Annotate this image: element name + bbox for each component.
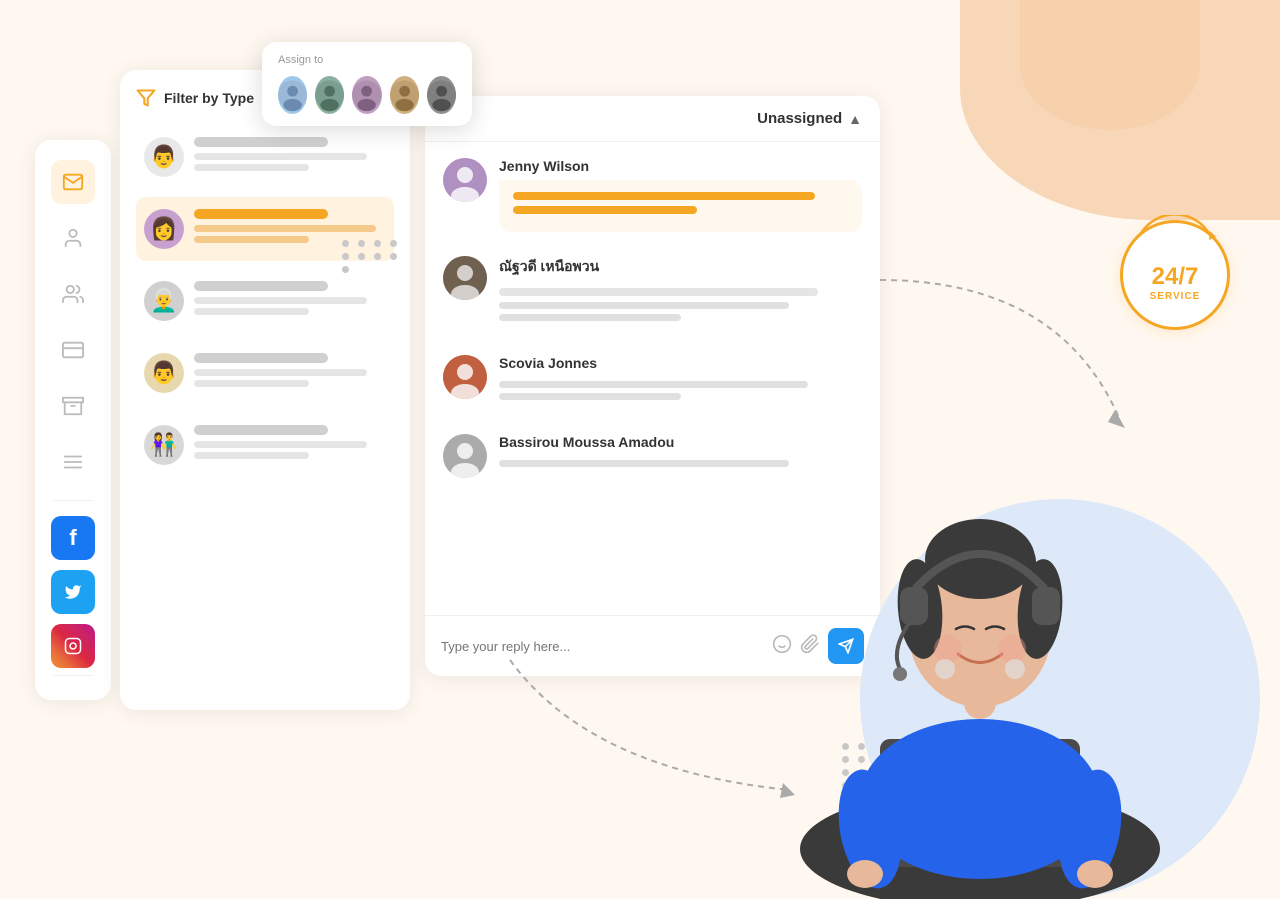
panel-title: Filter by Type xyxy=(164,90,254,106)
contact-avatar: 👨 xyxy=(144,137,184,177)
contact-name-bar-selected xyxy=(194,209,328,219)
contact-text-bar-3s xyxy=(194,308,309,315)
sidebar-icon-notes[interactable] xyxy=(51,440,95,484)
contact-text-bar-3 xyxy=(194,297,367,304)
msg-name-2: ณัฐวดี เหนือพวน xyxy=(499,256,862,278)
contact-avatar-5: 👫 xyxy=(144,425,184,465)
badge-service-text: SERVICE xyxy=(1150,291,1201,302)
dots-pattern-top xyxy=(342,240,400,273)
sidebar: f xyxy=(35,140,111,700)
jenny-bubble xyxy=(499,180,862,232)
assign-avatar-2[interactable] xyxy=(315,76,344,114)
assign-popup-title: Assign to xyxy=(278,54,456,66)
badge-247-text: 24/7 xyxy=(1152,264,1199,290)
chevron-up-icon[interactable]: ▲ xyxy=(848,111,862,127)
contact-name-bar-5 xyxy=(194,425,328,435)
contact-text-bar-short xyxy=(194,164,309,171)
contact-info-4 xyxy=(194,353,386,391)
contact-item-4[interactable]: 👨 xyxy=(136,341,394,405)
assign-avatar-3[interactable] xyxy=(352,76,381,114)
contact-info-3 xyxy=(194,281,386,319)
jenny-bar-2 xyxy=(513,206,697,214)
assign-popup: Assign to xyxy=(262,42,472,126)
service-badge: 24/7 SERVICE xyxy=(1120,220,1230,330)
contact-list-panel: Filter by Type 👨 👩 👨‍🦳 👨 xyxy=(120,70,410,710)
sidebar-divider xyxy=(53,500,93,501)
panel-title-area: Filter by Type xyxy=(136,88,254,108)
sidebar-icon-inbox[interactable] xyxy=(51,160,95,204)
filter-icon xyxy=(136,88,156,108)
contact-text-bar-4s xyxy=(194,380,309,387)
assign-avatar-5[interactable] xyxy=(427,76,456,114)
msg-bar-2-3 xyxy=(499,314,681,321)
sidebar-icon-users[interactable] xyxy=(51,272,95,316)
sidebar-icon-ticket[interactable] xyxy=(51,328,95,372)
assign-avatars xyxy=(278,76,456,114)
msg-bar-2-2 xyxy=(499,302,789,309)
bg-decoration-2 xyxy=(1020,0,1200,130)
bassirou-avatar xyxy=(443,434,487,478)
contact-text-bar-sel-2 xyxy=(194,236,309,243)
sidebar-social-instagram[interactable] xyxy=(51,624,95,668)
contact-avatar-selected: 👩 xyxy=(144,209,184,249)
assign-avatar-4[interactable] xyxy=(390,76,419,114)
unassigned-label: Unassigned xyxy=(757,110,842,127)
jenny-content: Jenny Wilson xyxy=(499,158,862,232)
msg-avatar-2 xyxy=(443,256,487,300)
contact-avatar-4: 👨 xyxy=(144,353,184,393)
clock-arc-icon xyxy=(1130,215,1220,241)
scovia-bar-2 xyxy=(499,393,681,400)
contact-text-bar-sel-1 xyxy=(194,225,376,232)
contact-info xyxy=(194,137,386,175)
assign-avatar-1[interactable] xyxy=(278,76,307,114)
contact-avatar-3: 👨‍🦳 xyxy=(144,281,184,321)
jenny-bar-1 xyxy=(513,192,815,200)
contact-name-bar-4 xyxy=(194,353,328,363)
contact-text-bar xyxy=(194,153,367,160)
scovia-avatar xyxy=(443,355,487,399)
jenny-name: Jenny Wilson xyxy=(499,158,862,174)
sidebar-social-twitter[interactable] xyxy=(51,570,95,614)
chat-message-jenny: Jenny Wilson xyxy=(443,158,862,232)
sidebar-divider-2 xyxy=(53,675,93,676)
chat-input[interactable] xyxy=(441,639,764,654)
main-header: Unassigned ▲ xyxy=(425,96,880,142)
contact-info-5 xyxy=(194,425,386,463)
contact-text-bar-4 xyxy=(194,369,367,376)
contact-item[interactable]: 👨 xyxy=(136,125,394,189)
contact-item-5[interactable]: 👫 xyxy=(136,413,394,477)
contact-name-bar-3 xyxy=(194,281,328,291)
contact-text-bar-5s xyxy=(194,452,309,459)
sidebar-icon-archive[interactable] xyxy=(51,384,95,428)
jenny-avatar xyxy=(443,158,487,202)
agent-illustration xyxy=(760,319,1200,899)
bassirou-bar-1 xyxy=(499,460,789,467)
msg-bar-2-1 xyxy=(499,288,818,296)
sidebar-social-facebook[interactable]: f xyxy=(51,516,95,560)
contact-name-bar xyxy=(194,137,328,147)
contact-text-bar-5 xyxy=(194,441,367,448)
contact-item-3[interactable]: 👨‍🦳 xyxy=(136,269,394,333)
sidebar-icon-user[interactable] xyxy=(51,216,95,260)
